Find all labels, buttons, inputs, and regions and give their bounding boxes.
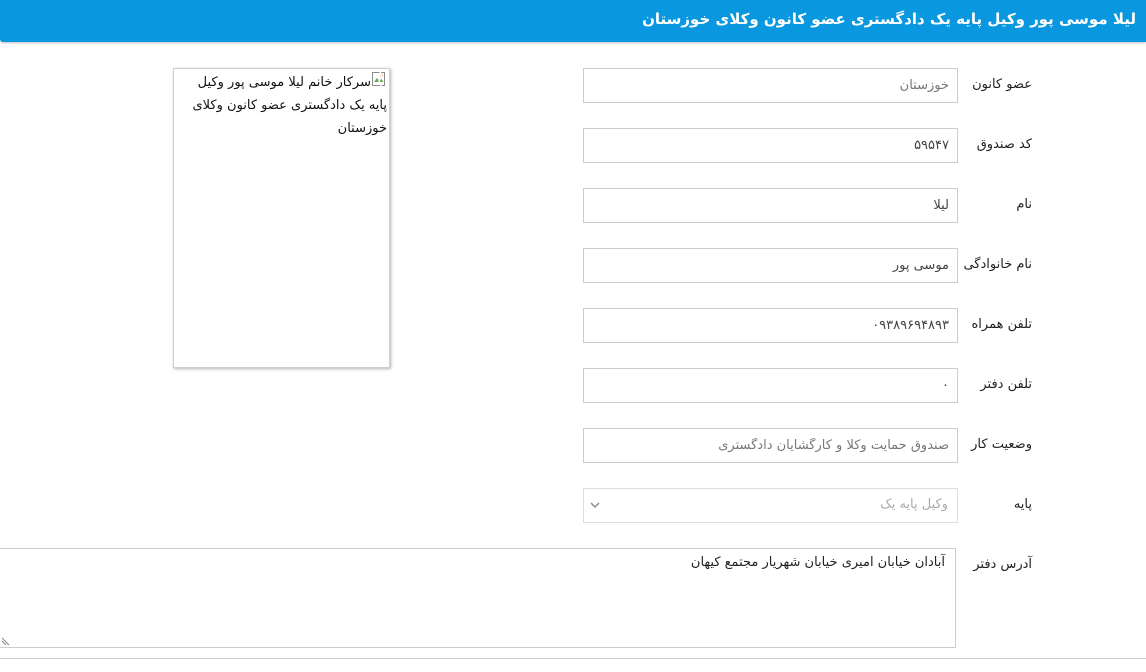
mobile-phone-field[interactable] (583, 308, 958, 343)
resize-grip-icon[interactable] (1, 636, 11, 646)
office-address-textarea[interactable]: آبادان خیابان امیری خیابان شهریار مجتمع … (0, 548, 956, 648)
grade-selected-value: وکیل پایه یک (880, 497, 948, 512)
photo-alt-text: سرکار خانم لیلا موسی پور وکیل پایه یک دا… (192, 75, 387, 136)
first-name-field[interactable] (583, 188, 958, 223)
fund-code-field[interactable] (583, 128, 958, 163)
profile-photo: سرکار خانم لیلا موسی پور وکیل پایه یک دا… (173, 68, 390, 368)
work-status-field[interactable] (583, 428, 958, 463)
page-title: لیلا موسی پور وکیل پایه یک دادگستری عضو … (642, 10, 1136, 28)
grade-select[interactable]: وکیل پایه یک (583, 488, 958, 523)
last-name-field[interactable] (583, 248, 958, 283)
page-header: لیلا موسی پور وکیل پایه یک دادگستری عضو … (0, 0, 1146, 42)
lawyer-profile-page: لیلا موسی پور وکیل پایه یک دادگستری عضو … (0, 0, 1146, 672)
office-address-value: آبادان خیابان امیری خیابان شهریار مجتمع … (690, 555, 945, 570)
member-of-bar-field[interactable] (583, 68, 958, 103)
office-phone-field[interactable] (583, 368, 958, 403)
bottom-divider (0, 658, 1146, 659)
chevron-down-icon (590, 502, 600, 509)
